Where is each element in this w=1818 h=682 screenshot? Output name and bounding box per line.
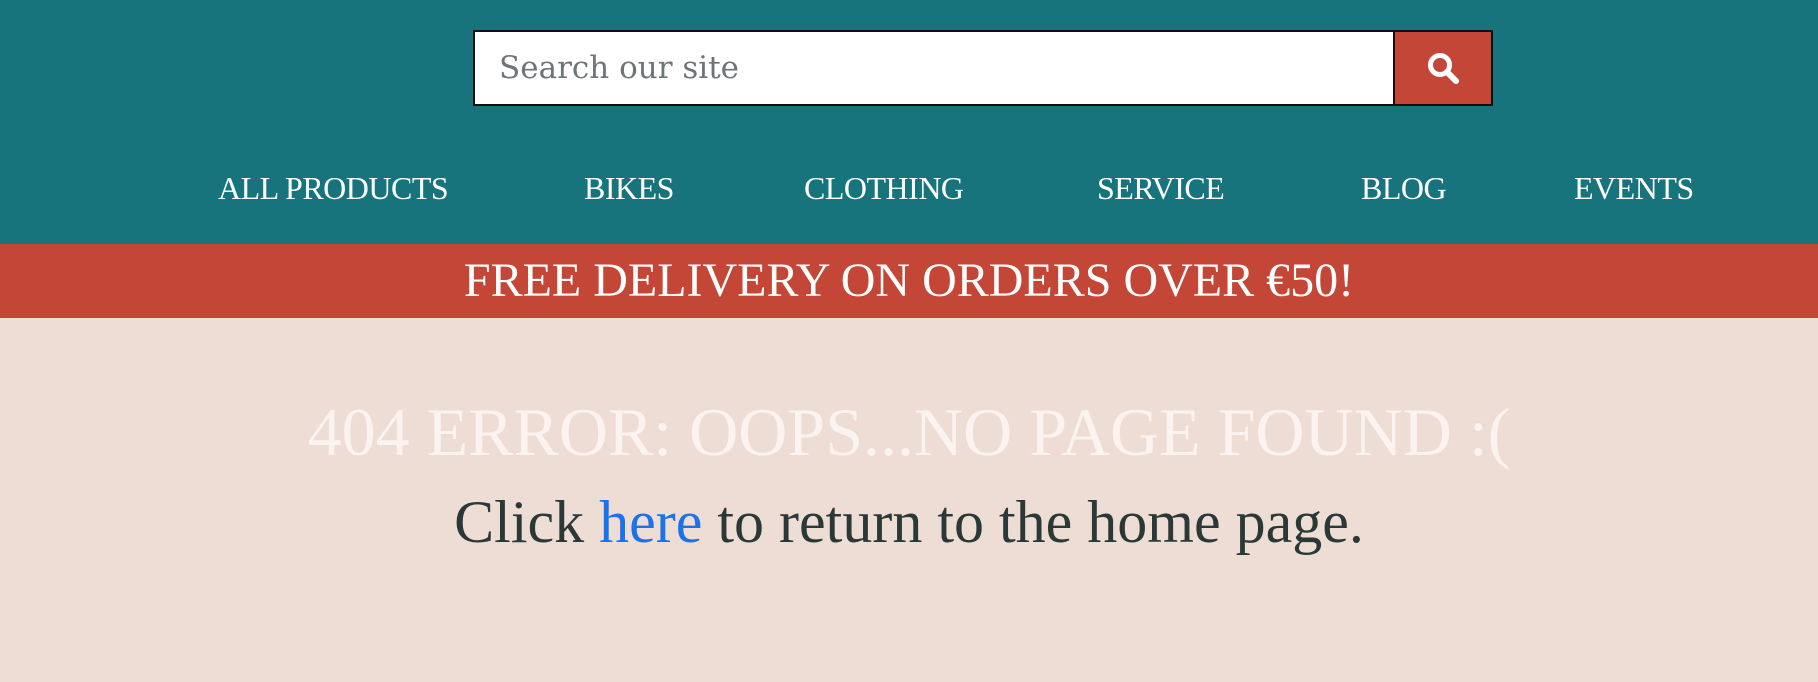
return-prefix: Click (454, 489, 585, 555)
search-form (473, 30, 1493, 106)
return-home-message: Click here to return to the home page. (0, 482, 1818, 562)
free-delivery-banner: FREE DELIVERY ON ORDERS OVER €50! (0, 244, 1818, 318)
nav-item-service[interactable]: SERVICE (1097, 166, 1225, 210)
nav-item-clothing[interactable]: CLOTHING (804, 166, 964, 210)
home-page-link[interactable]: here (599, 489, 702, 555)
nav-item-all-products[interactable]: ALL PRODUCTS (218, 166, 449, 210)
nav-item-blog[interactable]: BLOG (1361, 166, 1447, 210)
nav-item-bikes[interactable]: BIKES (584, 166, 674, 210)
search-input[interactable] (473, 30, 1395, 106)
search-button[interactable] (1395, 30, 1493, 106)
site-header: ALL PRODUCTS BIKES CLOTHING SERVICE BLOG… (0, 0, 1818, 244)
return-suffix: to return to the home page. (717, 489, 1364, 555)
promo-text: FREE DELIVERY ON ORDERS OVER €50! (463, 254, 1355, 307)
magnifier-icon (1428, 53, 1459, 84)
main-navigation: ALL PRODUCTS BIKES CLOTHING SERVICE BLOG… (0, 166, 1818, 210)
error-title: 404 ERROR: OOPS...NO PAGE FOUND :( (307, 394, 1511, 470)
nav-item-events[interactable]: EVENTS (1574, 166, 1694, 210)
